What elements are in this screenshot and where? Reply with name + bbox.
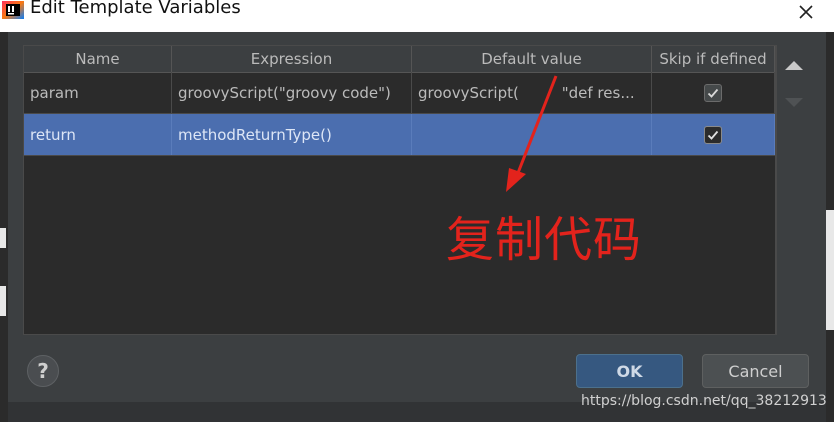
background-strip-left: [0, 32, 8, 422]
column-header-default-value[interactable]: Default value: [412, 46, 652, 72]
triangle-up-icon[interactable]: [782, 56, 806, 74]
close-button[interactable]: [790, 0, 822, 24]
background-fragment: [0, 286, 6, 316]
table-header: Name Expression Default value Skip if de…: [24, 46, 775, 73]
column-header-skip-if-defined[interactable]: Skip if defined: [652, 46, 775, 72]
annotation-text: 复制代码: [446, 212, 643, 268]
checkmark-icon: [707, 88, 719, 98]
close-icon: [799, 5, 813, 19]
intellij-icon: [2, 1, 24, 19]
skip-if-defined-checkbox[interactable]: [704, 125, 722, 144]
cancel-button[interactable]: Cancel: [702, 354, 809, 388]
triangle-down-icon: [785, 98, 803, 107]
cell-expression[interactable]: methodReturnType(): [172, 114, 412, 155]
background-fragment: [0, 228, 6, 248]
cell-name[interactable]: return: [24, 114, 172, 155]
title-bar: Edit Template Variables: [0, 0, 834, 32]
checkmark-icon: [707, 130, 719, 140]
window-title: Edit Template Variables: [30, 0, 241, 18]
background-fragment: [826, 210, 834, 330]
column-header-name[interactable]: Name: [24, 46, 172, 72]
variables-table[interactable]: Name Expression Default value Skip if de…: [23, 45, 776, 335]
divider: [776, 45, 777, 335]
table-row[interactable]: param groovyScript("groovy code") groovy…: [24, 72, 775, 114]
table-row[interactable]: return methodReturnType(): [24, 114, 775, 156]
ok-button[interactable]: OK: [576, 354, 683, 388]
cell-skip-if-defined: [652, 72, 775, 113]
cell-default-value[interactable]: [412, 114, 652, 155]
column-header-expression[interactable]: Expression: [172, 46, 412, 72]
cell-skip-if-defined: [652, 114, 775, 155]
help-button[interactable]: ?: [27, 355, 59, 387]
skip-if-defined-checkbox[interactable]: [704, 83, 722, 102]
cell-name[interactable]: param: [24, 72, 172, 113]
cell-default-value[interactable]: groovyScript( "def res...: [412, 72, 652, 113]
cell-expression[interactable]: groovyScript("groovy code"): [172, 72, 412, 113]
watermark: https://blog.csdn.net/qq_38212913: [581, 393, 827, 409]
